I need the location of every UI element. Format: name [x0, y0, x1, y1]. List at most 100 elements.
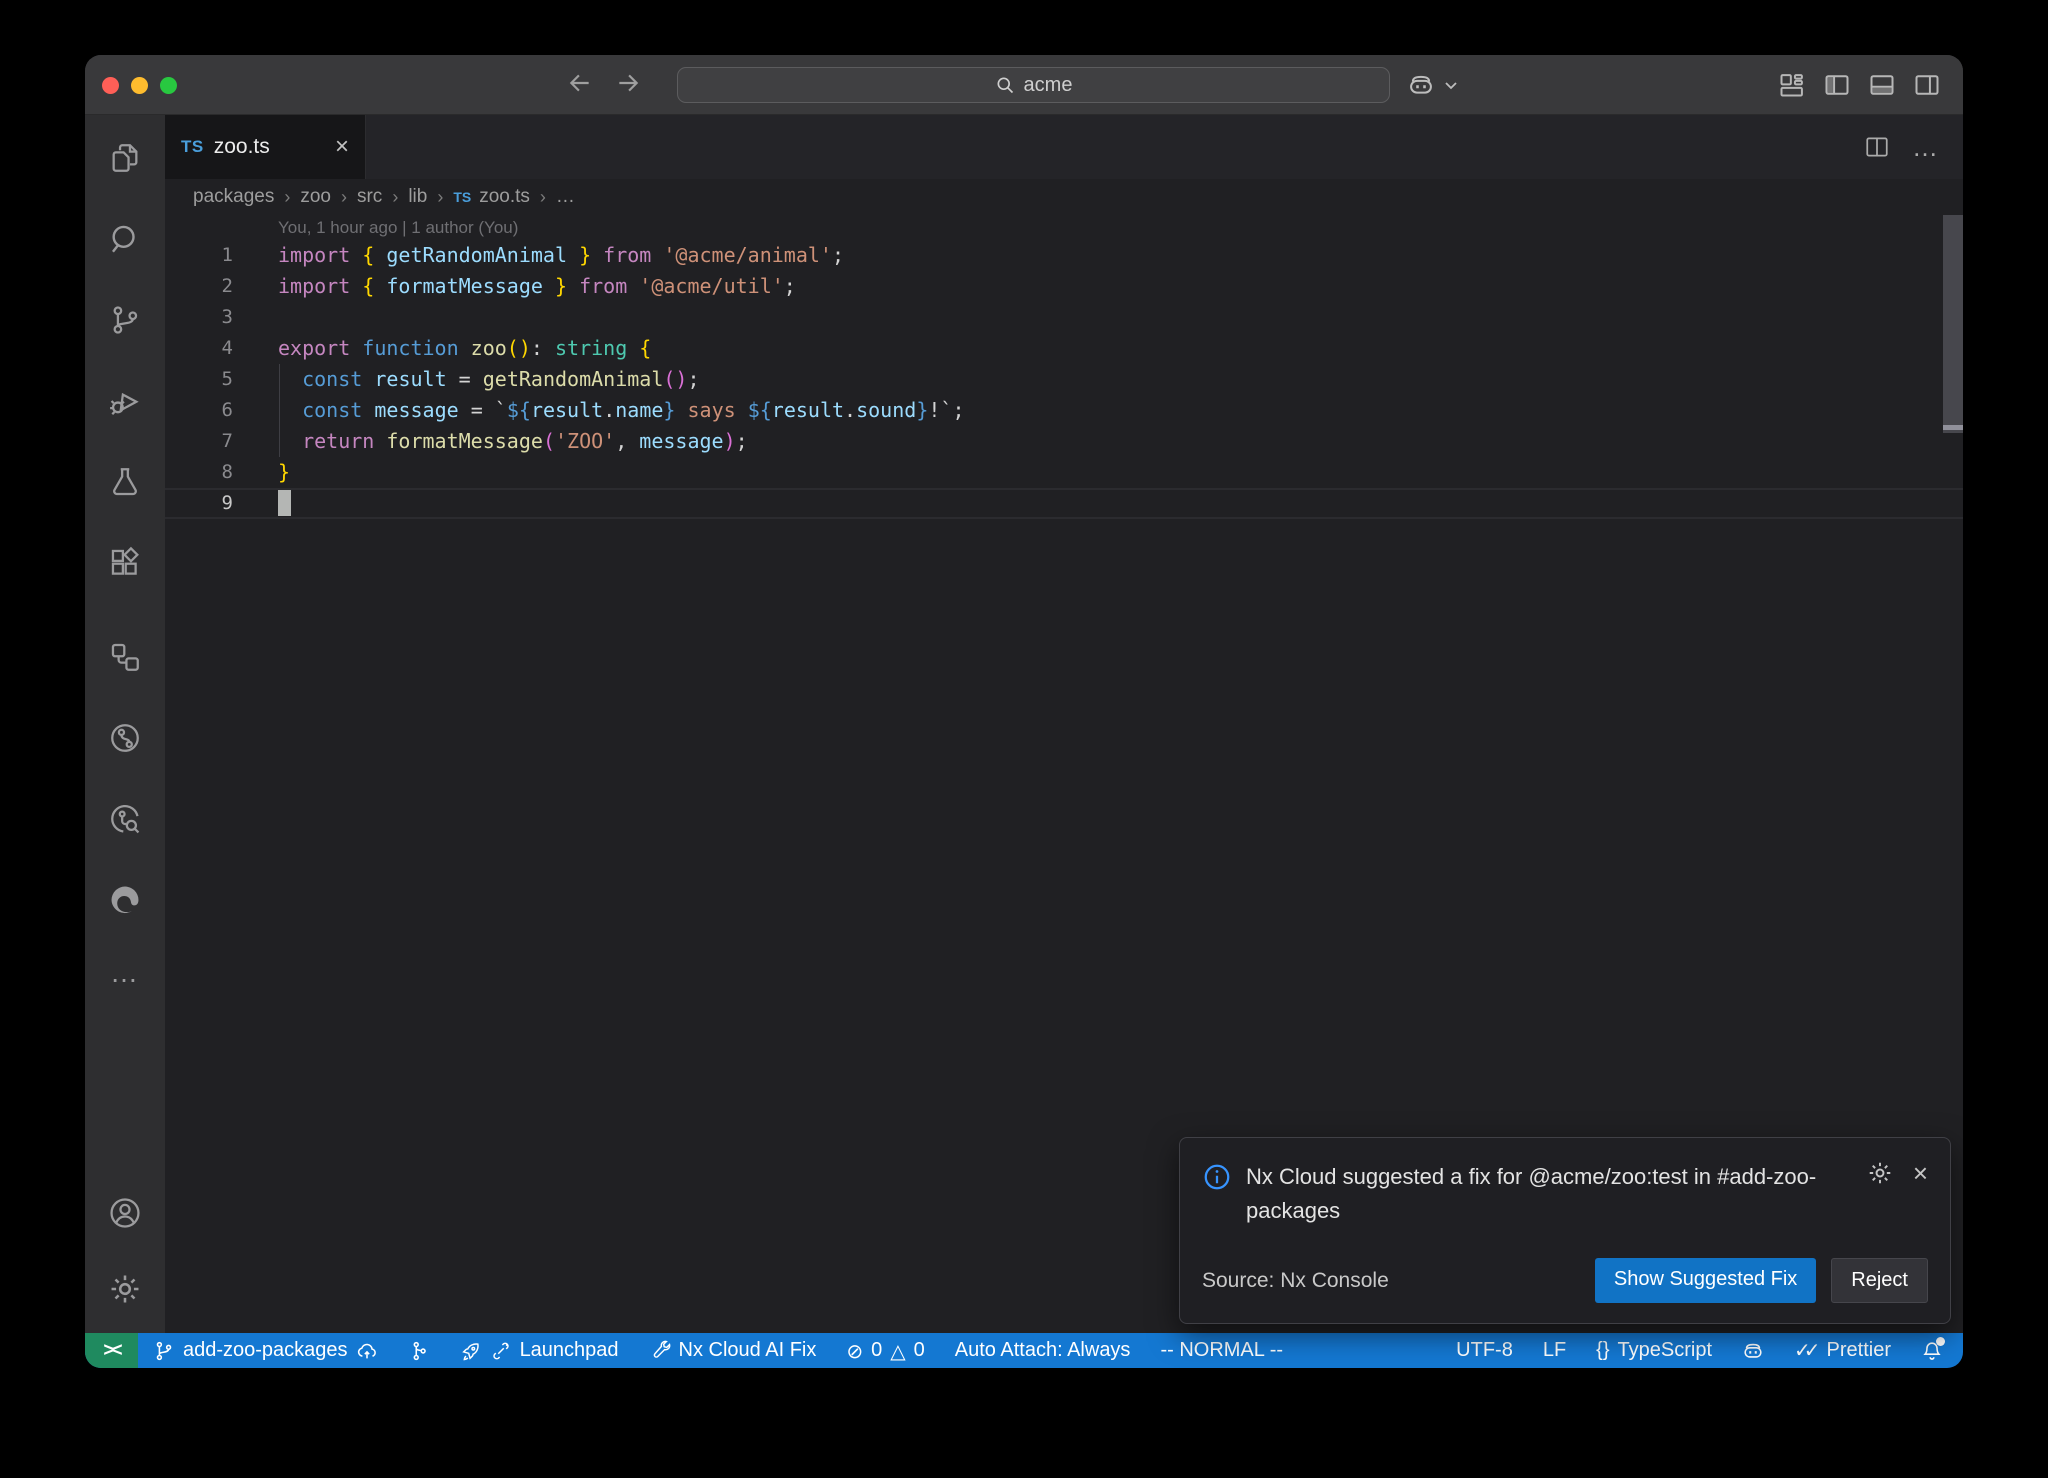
- code-token: .: [603, 398, 615, 422]
- code-line[interactable]: 6 const message = `${result.name} says $…: [165, 395, 1963, 426]
- extensions-icon[interactable]: [107, 545, 143, 581]
- code-token: `: [940, 398, 952, 422]
- language-status[interactable]: {} TypeScript: [1596, 1339, 1712, 1362]
- notification-settings-gear-icon[interactable]: [1867, 1160, 1893, 1186]
- code-token: result: [374, 367, 446, 391]
- toggle-panel-icon[interactable]: [1868, 71, 1896, 99]
- auto-attach-status[interactable]: Auto Attach: Always: [955, 1339, 1131, 1362]
- search-sidebar-icon[interactable]: [107, 221, 143, 257]
- breadcrumb-item[interactable]: packages: [193, 186, 274, 208]
- code-token: }: [916, 398, 928, 422]
- code-token: [459, 336, 471, 360]
- tab-label: zoo.ts: [214, 135, 270, 159]
- code-token: sound: [856, 398, 916, 422]
- back-icon[interactable]: [567, 70, 593, 101]
- zoom-window-button[interactable]: [160, 77, 177, 94]
- code-token: (: [663, 367, 675, 391]
- copilot-status[interactable]: [1742, 1340, 1764, 1362]
- nx-console-icon[interactable]: [107, 639, 143, 675]
- code-token: [278, 429, 302, 453]
- split-editor-icon[interactable]: [1864, 134, 1890, 160]
- command-center-search[interactable]: acme: [677, 67, 1390, 103]
- traffic-lights: [102, 55, 177, 115]
- code-token: [483, 398, 495, 422]
- code-token: zoo: [471, 336, 507, 360]
- explorer-icon[interactable]: [107, 140, 143, 176]
- editor-scrollbar[interactable]: [1943, 215, 1963, 433]
- overview-ruler-cursor-decoration: [1943, 425, 1963, 430]
- notification-source: Source: Nx Console: [1202, 1269, 1389, 1293]
- code-line[interactable]: 8}: [165, 457, 1963, 488]
- testing-icon[interactable]: [107, 464, 143, 500]
- toggle-primary-sidebar-icon[interactable]: [1823, 71, 1851, 99]
- notifications-status[interactable]: [1921, 1340, 1943, 1362]
- code-token: getRandomAnimal: [386, 243, 567, 267]
- launchpad-label: Launchpad: [520, 1339, 619, 1362]
- breadcrumb-item[interactable]: src: [357, 186, 382, 208]
- code-token: function: [362, 336, 458, 360]
- code-token: says: [675, 398, 747, 422]
- minimize-window-button[interactable]: [131, 77, 148, 94]
- code-line[interactable]: 7 return formatMessage('ZOO', message);: [165, 426, 1963, 457]
- code-token: ): [675, 367, 687, 391]
- editor-more-actions-icon[interactable]: …: [1912, 132, 1939, 163]
- code-line[interactable]: 1import { getRandomAnimal } from '@acme/…: [165, 240, 1963, 271]
- code-token: from: [603, 243, 651, 267]
- code-token: const: [302, 398, 362, 422]
- nx-cloud-fix-status[interactable]: Nx Cloud AI Fix: [649, 1339, 817, 1362]
- code-line[interactable]: 4export function zoo(): string {: [165, 333, 1963, 364]
- accounts-icon[interactable]: [107, 1195, 143, 1231]
- settings-gear-icon[interactable]: [107, 1271, 143, 1307]
- toggle-secondary-sidebar-icon[interactable]: [1913, 71, 1941, 99]
- close-window-button[interactable]: [102, 77, 119, 94]
- code-token: !: [928, 398, 940, 422]
- customize-layout-icon[interactable]: [1778, 71, 1806, 99]
- code-token: [543, 336, 555, 360]
- breadcrumb-item[interactable]: zoo.ts: [479, 186, 530, 208]
- problems-status[interactable]: ⊘ 0 △ 0: [846, 1339, 924, 1363]
- edge-browser-icon[interactable]: [107, 882, 143, 918]
- cloud-upload-icon: [356, 1340, 378, 1362]
- notification-close-icon[interactable]: ×: [1913, 1160, 1928, 1186]
- code-line[interactable]: 2import { formatMessage } from '@acme/ut…: [165, 271, 1963, 302]
- code-token: name: [615, 398, 663, 422]
- code-token: '@acme/util': [639, 274, 784, 298]
- commit-graph-status[interactable]: [408, 1340, 430, 1362]
- breadcrumb-item[interactable]: …: [556, 186, 575, 208]
- code-token: ;: [952, 398, 964, 422]
- gitlens-inspect-icon[interactable]: [107, 801, 143, 837]
- additional-views-icon[interactable]: …: [110, 963, 140, 983]
- code-line[interactable]: 3: [165, 302, 1963, 333]
- git-branch-status[interactable]: add-zoo-packages: [153, 1339, 378, 1362]
- eol-status[interactable]: LF: [1543, 1339, 1566, 1362]
- run-debug-icon[interactable]: [107, 383, 143, 419]
- copilot-menu[interactable]: [1407, 55, 1459, 115]
- code-line[interactable]: 9: [165, 488, 1963, 519]
- close-tab-icon[interactable]: ×: [335, 135, 349, 159]
- code-token: [627, 429, 639, 453]
- branch-name: add-zoo-packages: [183, 1339, 348, 1362]
- vim-mode-status[interactable]: -- NORMAL --: [1160, 1339, 1283, 1362]
- code-token: [350, 274, 362, 298]
- gitlens-icon[interactable]: [107, 720, 143, 756]
- source-control-icon[interactable]: [107, 302, 143, 338]
- show-suggested-fix-button[interactable]: Show Suggested Fix: [1595, 1258, 1816, 1303]
- remote-indicator[interactable]: ><: [85, 1333, 138, 1368]
- code-token: [567, 274, 579, 298]
- forward-icon[interactable]: [615, 70, 641, 101]
- typescript-file-icon: TS: [453, 189, 471, 205]
- code-token: export: [278, 336, 350, 360]
- encoding-status[interactable]: UTF-8: [1456, 1339, 1513, 1362]
- breadcrumb-separator: ›: [341, 187, 347, 208]
- double-check-icon: ✓✓: [1794, 1338, 1814, 1363]
- launchpad-status[interactable]: Launchpad: [460, 1339, 619, 1362]
- breadcrumb-item[interactable]: lib: [408, 186, 427, 208]
- code-token: ;: [736, 429, 748, 453]
- code-token: [459, 398, 471, 422]
- breadcrumb-item[interactable]: zoo: [300, 186, 331, 208]
- code-line[interactable]: 5 const result = getRandomAnimal();: [165, 364, 1963, 395]
- tab-zoo-ts[interactable]: TS zoo.ts ×: [165, 115, 366, 179]
- status-bar: >< add-zoo-packages Launchpad Nx C: [85, 1333, 1963, 1368]
- formatter-status[interactable]: ✓✓ Prettier: [1794, 1338, 1891, 1363]
- reject-button[interactable]: Reject: [1831, 1258, 1928, 1303]
